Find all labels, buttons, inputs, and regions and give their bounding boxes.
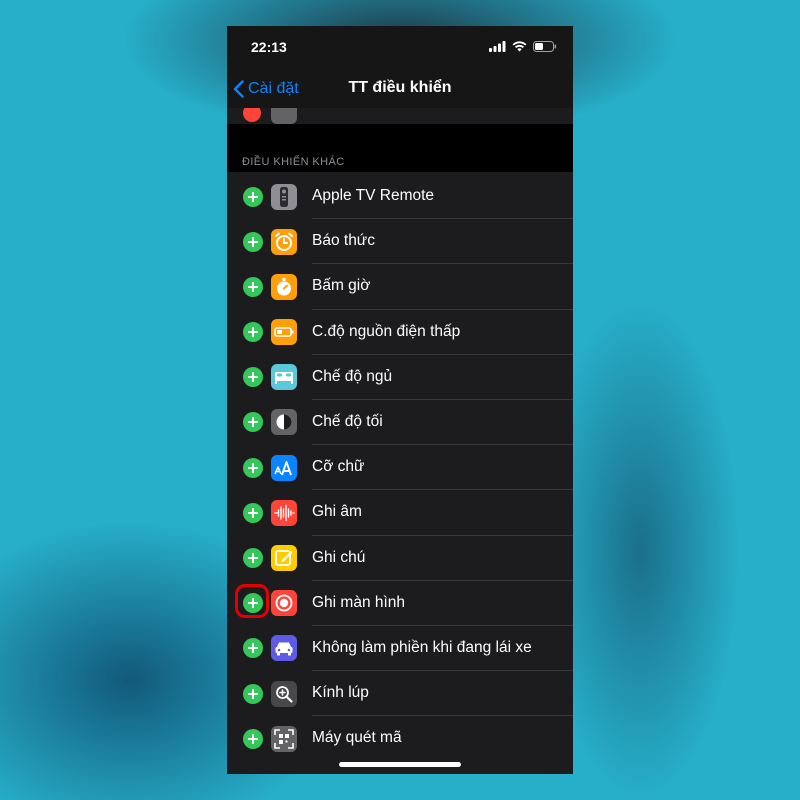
add-icon[interactable]: [243, 412, 263, 433]
control-label: Bấm giờ: [312, 277, 371, 295]
add-icon[interactable]: [243, 728, 263, 749]
tv-remote-icon: [271, 183, 297, 210]
wifi-icon: [512, 41, 527, 52]
status-icons: [489, 41, 557, 52]
control-label: Apple TV Remote: [312, 187, 435, 204]
more-controls-list: Apple TV Remote Báo thức Bấm giờ C.độ ng…: [227, 174, 573, 762]
control-row-code-scanner[interactable]: Máy quét mã: [227, 716, 573, 761]
app-icon: [271, 108, 297, 124]
add-icon[interactable]: [243, 548, 263, 568]
add-icon[interactable]: [243, 322, 263, 343]
page-title: TT điều khiển: [348, 79, 452, 96]
control-row-dark-mode[interactable]: Chế độ tối: [227, 400, 573, 446]
control-row-text-size[interactable]: Cỡ chữ: [227, 445, 573, 491]
control-label: Cỡ chữ: [312, 458, 365, 476]
dark-mode-icon: [271, 409, 297, 436]
add-icon[interactable]: [243, 231, 263, 252]
status-time: 22:13: [251, 39, 287, 55]
magnifier-icon: [271, 680, 297, 707]
alarm-clock-icon: [271, 228, 297, 255]
stopwatch-icon: [271, 273, 297, 300]
battery-icon: [271, 319, 297, 346]
qr-scanner-icon: [271, 725, 297, 752]
control-label: Chế độ tối: [312, 412, 383, 430]
included-control-row-partial: [227, 108, 573, 124]
car-icon: [271, 635, 297, 662]
control-row-sleep-mode[interactable]: Chế độ ngủ: [227, 355, 573, 400]
control-row-notes[interactable]: Ghi chú: [227, 536, 573, 581]
add-icon[interactable]: [243, 186, 263, 207]
control-row-low-power-mode[interactable]: C.độ nguồn điện thấp: [227, 310, 573, 355]
control-row-alarm[interactable]: Báo thức: [227, 219, 573, 265]
add-icon[interactable]: [243, 276, 263, 297]
phone-screen: 22:13 Cài đặt TT điều khiển ĐIỀU KHIỂN K…: [227, 26, 573, 774]
control-label: Chế độ ngủ: [312, 367, 393, 385]
battery-status-icon: [533, 41, 557, 52]
control-label: Ghi màn hình: [312, 593, 406, 611]
control-label: Không làm phiền khi đang lái xe: [312, 638, 532, 656]
home-indicator[interactable]: [339, 762, 461, 767]
control-row-do-not-disturb-driving[interactable]: Không làm phiền khi đang lái xe: [227, 626, 573, 672]
screen-record-icon: [271, 590, 297, 617]
navigation-bar: Cài đặt TT điều khiển: [227, 70, 573, 109]
control-row-apple-tv-remote[interactable]: Apple TV Remote: [227, 174, 573, 220]
add-icon[interactable]: [243, 457, 263, 478]
control-row-voice-memos[interactable]: Ghi âm: [227, 490, 573, 536]
add-icon[interactable]: [243, 502, 263, 523]
control-label: Báo thức: [312, 232, 375, 250]
section-header: ĐIỀU KHIỂN KHÁC: [242, 156, 345, 168]
cellular-signal-icon: [489, 41, 506, 52]
notes-icon: [271, 545, 297, 571]
control-label: Kính lúp: [312, 684, 369, 702]
add-icon[interactable]: [243, 367, 263, 388]
control-row-stopwatch[interactable]: Bấm giờ: [227, 264, 573, 310]
control-row-screen-recording[interactable]: Ghi màn hình: [227, 581, 573, 626]
control-label: C.độ nguồn điện thấp: [312, 322, 461, 340]
control-label: Ghi âm: [312, 503, 362, 521]
status-bar: 22:13: [227, 26, 573, 70]
bed-icon: [271, 364, 297, 391]
add-icon[interactable]: [243, 683, 263, 704]
voice-memo-icon: [271, 499, 297, 526]
control-label: Ghi chú: [312, 548, 366, 566]
text-size-icon: [271, 454, 297, 481]
control-label: Máy quét mã: [312, 729, 402, 747]
add-icon[interactable]: [243, 638, 263, 659]
remove-icon: [243, 108, 261, 122]
control-row-magnifier[interactable]: Kính lúp: [227, 671, 573, 717]
